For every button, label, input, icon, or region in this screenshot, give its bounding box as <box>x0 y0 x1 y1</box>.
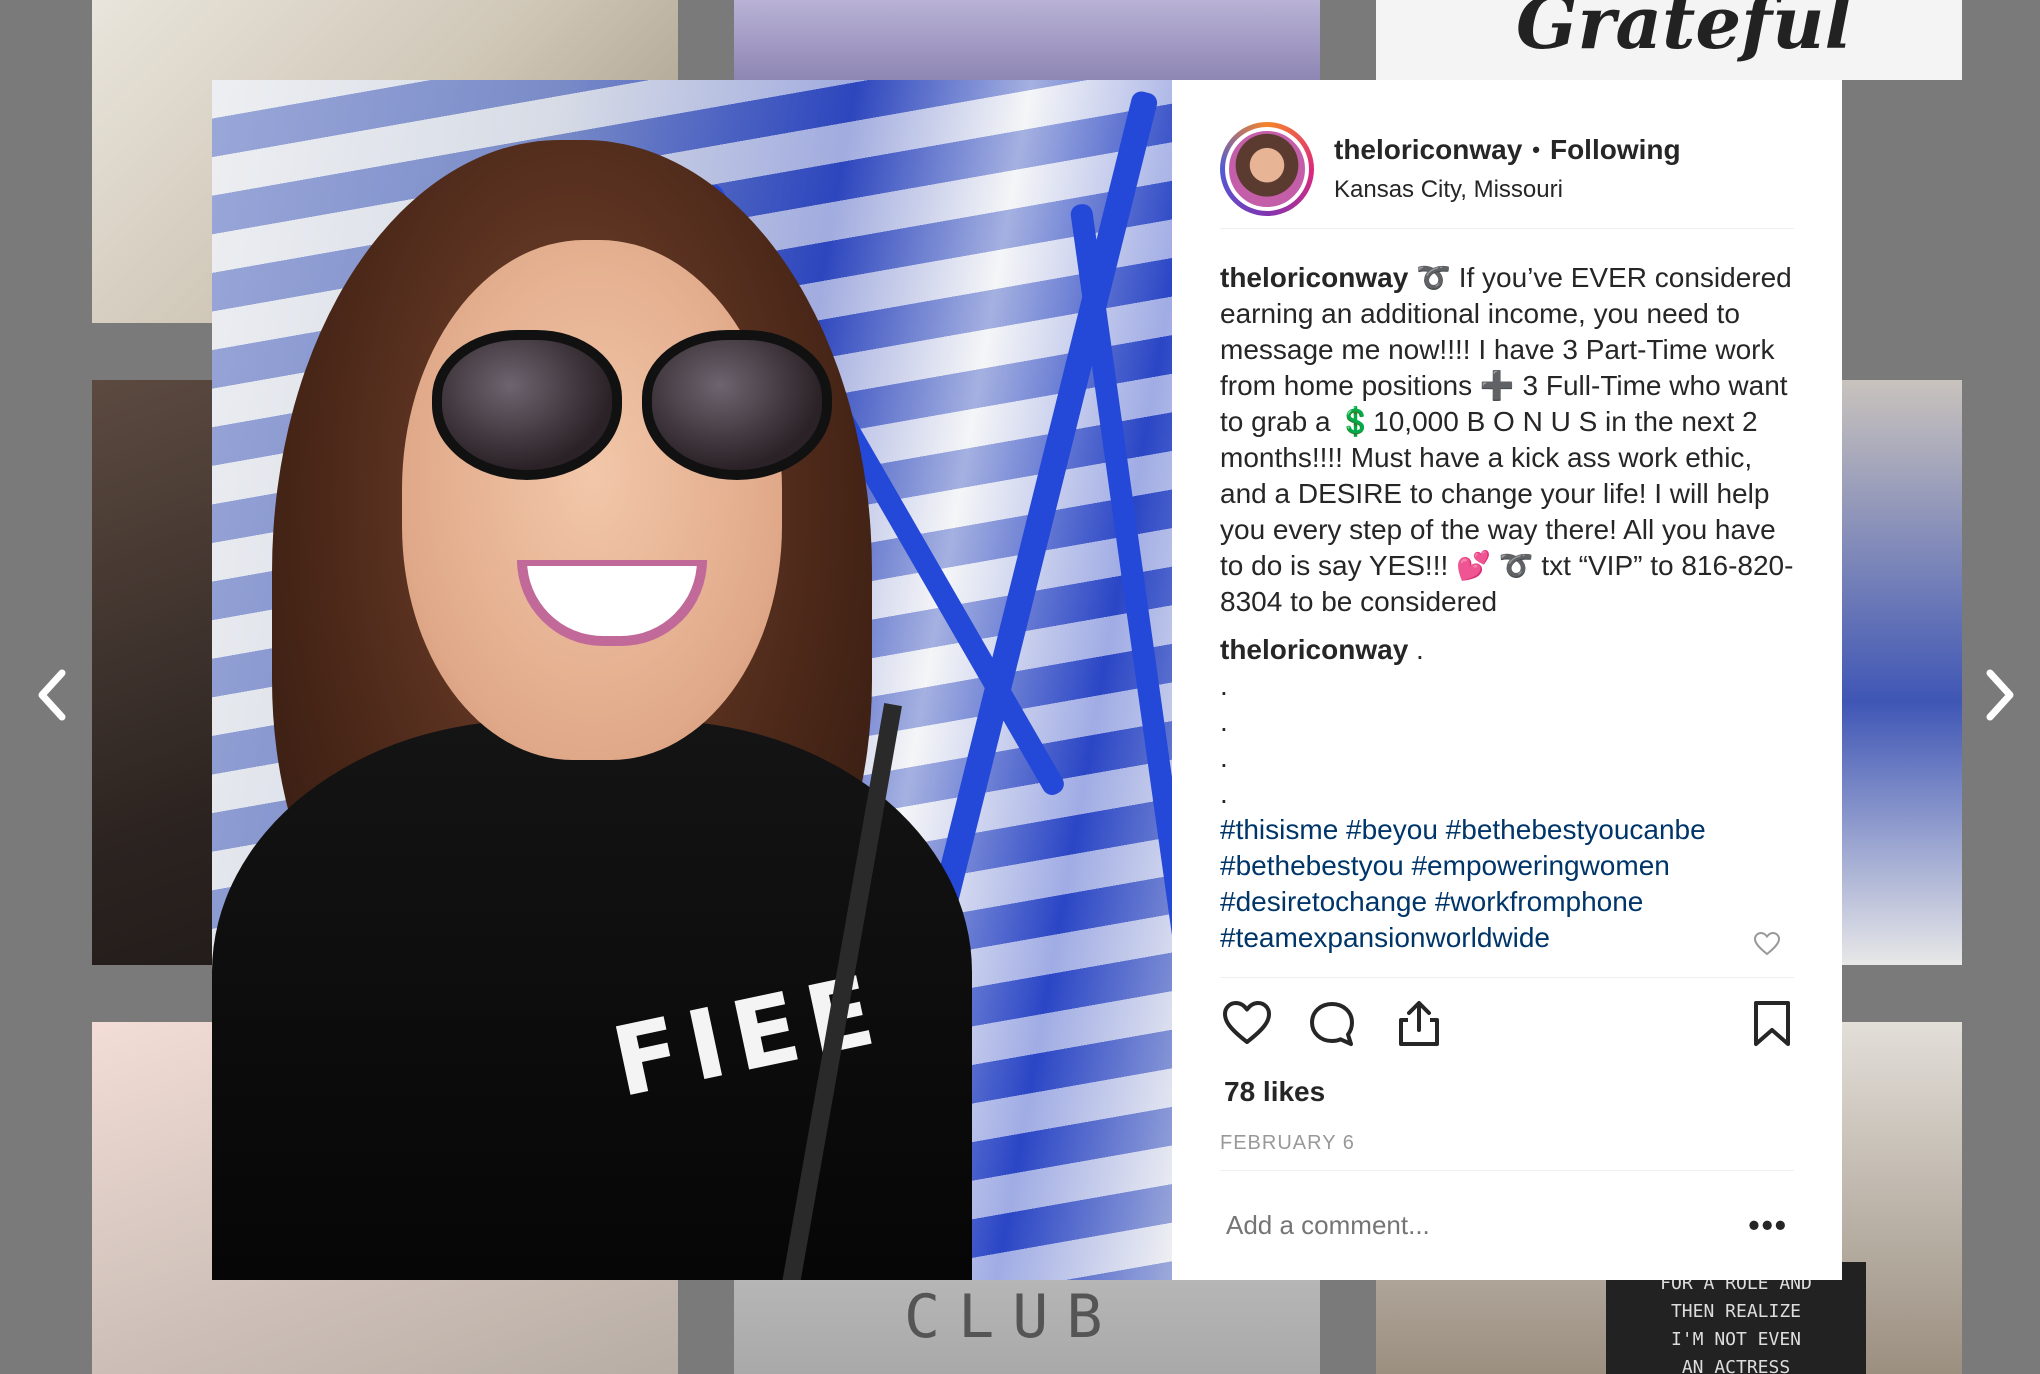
grid-tile-child[interactable] <box>734 0 1320 80</box>
letterboard-line: AN ACTRESS <box>1681 1357 1791 1374</box>
heart-icon[interactable] <box>1222 1000 1272 1046</box>
post-modal: FIEE theloriconway • Following Kansas Ci… <box>212 80 1842 1280</box>
share-icon[interactable] <box>1396 1000 1442 1048</box>
grid-tile-grateful[interactable]: Grateful <box>1376 0 1962 80</box>
comment-dot: . <box>1220 706 1228 737</box>
avatar-image <box>1225 127 1309 211</box>
comment-dot: . <box>1220 670 1228 701</box>
photo-sunglasses-left <box>432 330 622 480</box>
post-sidebar: theloriconway • Following Kansas City, M… <box>1172 80 1842 1280</box>
post-photo[interactable]: FIEE <box>212 80 1172 1280</box>
grateful-text: Grateful <box>1516 0 1852 65</box>
avatar[interactable] <box>1220 122 1314 216</box>
comment-input[interactable] <box>1224 1209 1688 1242</box>
next-post-button[interactable] <box>1970 655 2030 735</box>
separator-dot: • <box>1532 137 1540 162</box>
post-header: theloriconway • Following Kansas City, M… <box>1220 110 1794 229</box>
location-link[interactable]: Kansas City, Missouri <box>1334 176 1681 204</box>
club-text: CLUB <box>904 1282 1121 1352</box>
hashtags[interactable]: #thisisme #beyou #bethebestyoucanbe #bet… <box>1220 812 1794 956</box>
post-date: FEBRUARY 6 <box>1220 1132 1355 1154</box>
caption: theloriconway ➰ If you’ve EVER considere… <box>1220 260 1794 620</box>
action-bar <box>1220 977 1794 1068</box>
caption-text: ➰ If you’ve EVER considered earning an a… <box>1220 262 1794 617</box>
comment-bar: ••• <box>1220 1170 1794 1281</box>
comment: theloriconway . . . . . #thisisme #beyou… <box>1220 632 1794 956</box>
comment-username[interactable]: theloriconway <box>1220 634 1408 665</box>
comment-icon[interactable] <box>1308 1000 1356 1048</box>
chevron-right-icon <box>1986 669 2014 721</box>
comment-text: . <box>1416 634 1424 665</box>
letterboard-line: I'M NOT EVEN <box>1670 1329 1802 1350</box>
comment-dot: . <box>1220 778 1228 809</box>
photo-sunglasses-right <box>642 330 832 480</box>
comment-dots: . . . . <box>1220 668 1794 812</box>
header-text: theloriconway • Following Kansas City, M… <box>1334 134 1681 204</box>
comments-section[interactable]: theloriconway ➰ If you’ve EVER considere… <box>1220 260 1794 1055</box>
comment-like-icon[interactable] <box>1754 932 1780 956</box>
likes-count[interactable]: 78 likes <box>1224 1076 1325 1108</box>
comment-dot: . <box>1220 742 1228 773</box>
previous-post-button[interactable] <box>22 655 82 735</box>
user-line: theloriconway • Following <box>1334 134 1681 166</box>
letterboard-line: THEN REALIZE <box>1670 1301 1802 1322</box>
photo-face <box>402 240 782 760</box>
more-options-button[interactable]: ••• <box>1748 1207 1788 1244</box>
caption-username[interactable]: theloriconway <box>1220 262 1408 293</box>
chevron-left-icon <box>38 669 66 721</box>
username-link[interactable]: theloriconway <box>1334 134 1522 166</box>
bookmark-icon[interactable] <box>1752 1000 1792 1048</box>
following-button[interactable]: Following <box>1550 134 1681 166</box>
